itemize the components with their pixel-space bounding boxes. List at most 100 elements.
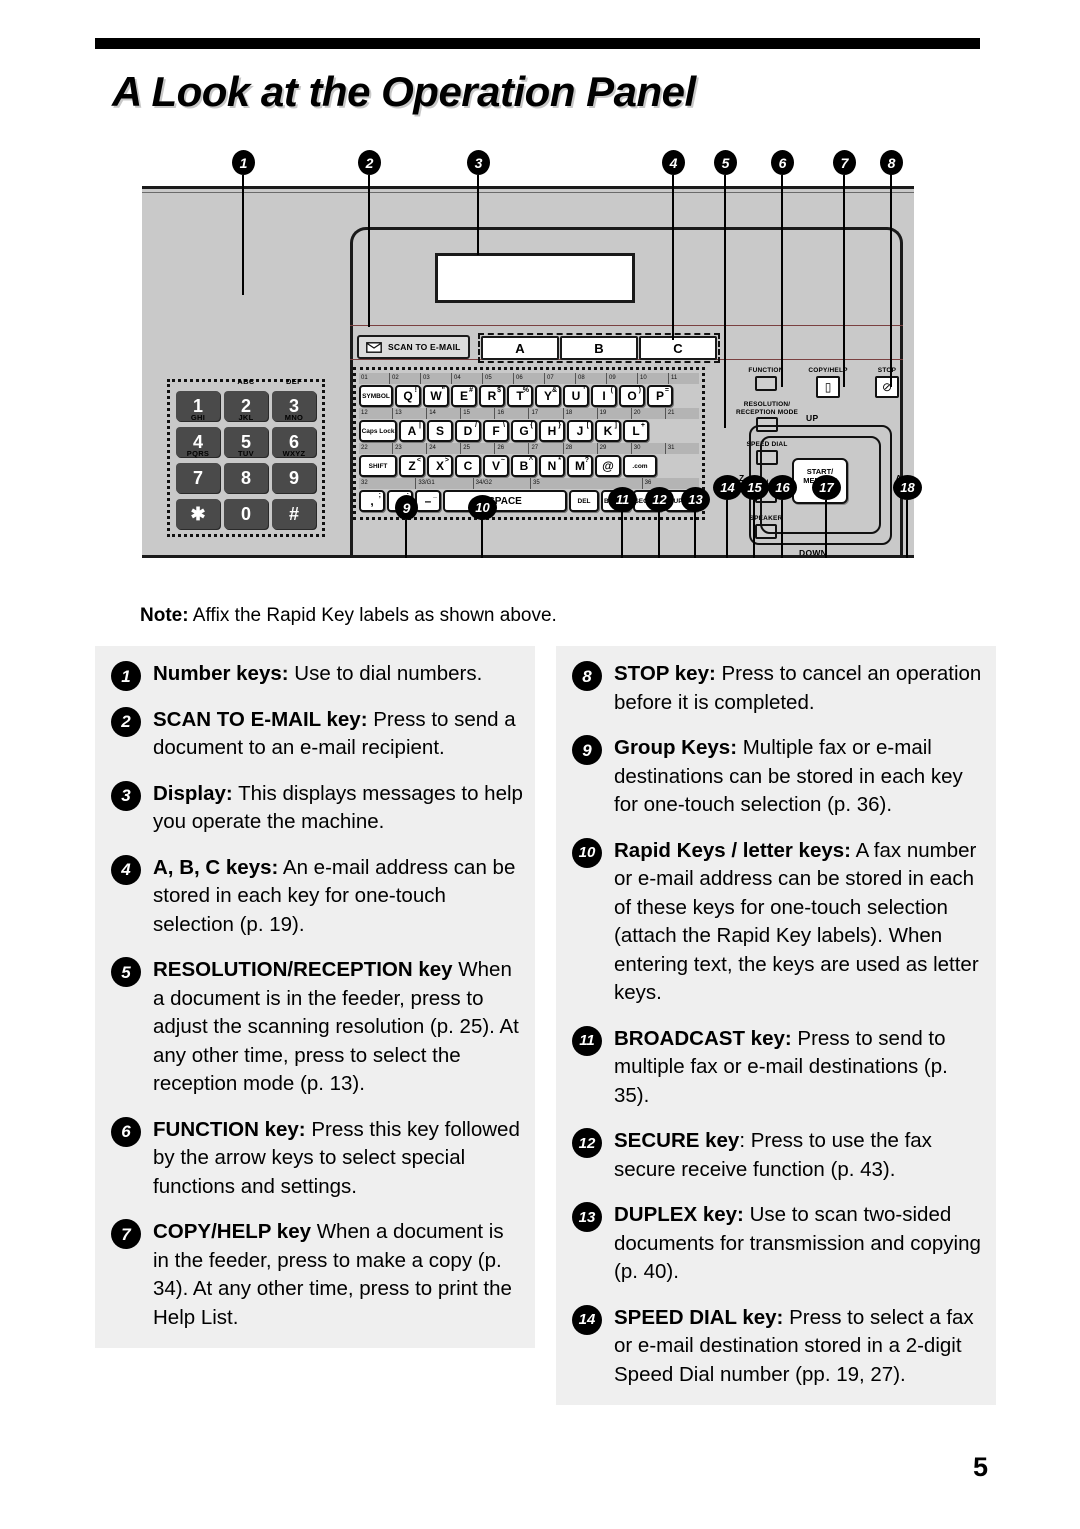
keyboard-key-label: H: [547, 424, 557, 438]
keyboard-key-n[interactable]: N *: [539, 455, 565, 477]
scan-to-email-key[interactable]: SCAN TO E-MAIL: [357, 335, 470, 359]
keyboard-key-label: Y: [543, 389, 552, 403]
description-item-12: 12 SECURE key: Press to use the fax secur…: [568, 1127, 984, 1184]
stop-key[interactable]: STOP ⊘: [864, 367, 910, 398]
keyboard-key-z[interactable]: Z <: [399, 455, 425, 477]
description-item-7: 7 COPY/HELP key When a document is in the…: [107, 1218, 523, 1332]
keyboard-key-d[interactable]: D /: [455, 420, 481, 442]
keyboard-key-[interactable]: @: [595, 455, 621, 477]
keyboard-key-p[interactable]: P =: [647, 385, 673, 407]
keyboard-key-g[interactable]: G{: [511, 420, 537, 442]
keyboard-key-e[interactable]: E #: [451, 385, 477, 407]
keyboard-key-alt-label: ': [583, 387, 585, 394]
rapid-key-number: 23: [392, 443, 426, 454]
keyboard-key-q[interactable]: Q!: [395, 385, 421, 407]
rapid-key-number: 02: [389, 373, 420, 384]
rapid-key-number-strip: 12 13 14 15 16 17 18 19 20 21: [359, 408, 699, 419]
keyboard-key-o[interactable]: O): [619, 385, 645, 407]
description-item-text: Display: This displays messages to help …: [153, 780, 523, 837]
scan-email-row: SCAN TO E-MAIL ABC: [357, 333, 720, 363]
panel-hairline: [142, 192, 914, 193]
description-item-number: 12: [572, 1128, 602, 1158]
numpad-key-0[interactable]: 0: [224, 499, 268, 529]
keyboard-key-x[interactable]: X >: [427, 455, 453, 477]
rapid-key-number: 16: [494, 408, 528, 419]
abc-key-a[interactable]: A: [480, 336, 559, 360]
keyboard-key-y[interactable]: Y &: [535, 385, 561, 407]
keyboard-key-k[interactable]: K]: [595, 420, 621, 442]
numpad-key-✱[interactable]: ✱: [176, 499, 220, 529]
keyboard-key-label: N: [547, 459, 557, 473]
description-item-title: RESOLUTION/RECEPTION key: [153, 958, 453, 981]
keyboard-key-m[interactable]: M?: [567, 455, 593, 477]
keyboard-key-u[interactable]: U ': [563, 385, 589, 407]
keyboard-key-label: SYMBOL: [362, 392, 390, 400]
abc-key-b[interactable]: B: [559, 336, 638, 360]
description-item-number: 11: [572, 1025, 602, 1056]
function-key-button[interactable]: [755, 375, 777, 391]
description-item-3: 3 Display: This displays messages to help…: [107, 780, 523, 837]
keyboard-key-[interactable]: ,;: [359, 490, 385, 512]
rapid-key-number: 07: [544, 373, 575, 384]
keyboard-key-h[interactable]: H}: [539, 420, 565, 442]
keyboard-key-a[interactable]: A |: [399, 420, 425, 442]
rapid-key-number-strip: 22 23 24 25 26 27 28 29 30 31: [359, 443, 699, 454]
callout-14: 14: [713, 475, 742, 500]
callout-leader-6: [781, 175, 783, 387]
callout-10: 10: [468, 495, 497, 520]
keyboard-key-s[interactable]: S: [427, 420, 453, 442]
keyboard-key-alt-label: (: [610, 387, 613, 394]
keyboard-key-[interactable]: – _: [415, 490, 441, 512]
keyboard-key-f[interactable]: F \: [483, 420, 509, 442]
keyboard-key-del[interactable]: DEL: [569, 490, 599, 512]
abc-key-c[interactable]: C: [638, 336, 717, 360]
rapid-key-number-strip: 32 33/G1 34/G2 35 36: [359, 478, 699, 489]
description-item-text: COPY/HELP key When a document is in the …: [153, 1218, 523, 1332]
numpad-cell: TUV 8: [224, 449, 268, 493]
numpad-key-8[interactable]: 8: [224, 463, 268, 493]
keyboard-key-w[interactable]: W ": [423, 385, 449, 407]
keyboard-key-l[interactable]: L +: [623, 420, 649, 442]
description-item-text: A, B, C keys: An e-mail address can be s…: [153, 854, 523, 940]
description-item-4: 4 A, B, C keys: An e-mail address can be …: [107, 854, 523, 940]
nav-down-label: DOWN: [799, 548, 828, 558]
keyboard-key-label: –: [424, 494, 432, 508]
keyboard-key-c[interactable]: C: [455, 455, 481, 477]
numpad-key-#[interactable]: #: [272, 499, 316, 529]
copy-help-key-button[interactable]: ▯: [816, 375, 840, 398]
keyboard-key-b[interactable]: B ^: [511, 455, 537, 477]
keyboard-key-label: K: [603, 424, 613, 438]
keyboard-key-r[interactable]: R $: [479, 385, 505, 407]
callout-7: 7: [833, 150, 856, 175]
callout-leader-4: [672, 175, 674, 340]
numpad-key-9[interactable]: 9: [272, 463, 316, 493]
numpad-cell: #: [272, 495, 316, 529]
keyboard-key-capslock[interactable]: Caps Lock: [359, 420, 397, 442]
envelope-icon: [366, 341, 382, 353]
keyboard-key-shift[interactable]: SHIFT: [359, 455, 397, 477]
function-key-label: FUNCTION: [748, 367, 784, 374]
stop-key-button[interactable]: ⊘: [875, 375, 899, 398]
keyboard-key-j[interactable]: J[: [567, 420, 593, 442]
copy-help-key[interactable]: COPY/HELP ▯: [797, 367, 859, 398]
keyboard-key-t[interactable]: T%: [507, 385, 533, 407]
keyboard-key-label: DEL: [577, 497, 591, 505]
keyboard-key-label: @: [602, 459, 614, 473]
keyboard-key-i[interactable]: I(: [591, 385, 617, 407]
keyboard-key-v[interactable]: V ~: [483, 455, 509, 477]
keyboard-key-com[interactable]: .com: [623, 455, 657, 477]
keyboard-key-label: S: [435, 424, 444, 438]
rapid-key-number: 29: [596, 443, 631, 454]
rapid-key-number: 03: [420, 373, 451, 384]
description-item-14: 14 SPEED DIAL key: Press to select a fax …: [568, 1304, 984, 1390]
keyboard-key-symbol[interactable]: SYMBOL: [359, 385, 393, 407]
description-item-title: Display:: [153, 781, 233, 805]
numpad-key-7[interactable]: 7: [176, 463, 220, 493]
function-key[interactable]: FUNCTION: [740, 367, 792, 391]
keyboard-key-space[interactable]: SPACE: [443, 490, 567, 512]
callout-leader-16: [781, 500, 783, 558]
keyboard-row: 12 13 14 15 16 17 18 19 20 21 Caps Lock A | S D / F \ G{H}…: [359, 408, 699, 442]
rapid-key-number: 26: [494, 443, 528, 454]
callout-leader-2: [368, 175, 370, 327]
keyboard-key-label: Q: [403, 389, 413, 403]
